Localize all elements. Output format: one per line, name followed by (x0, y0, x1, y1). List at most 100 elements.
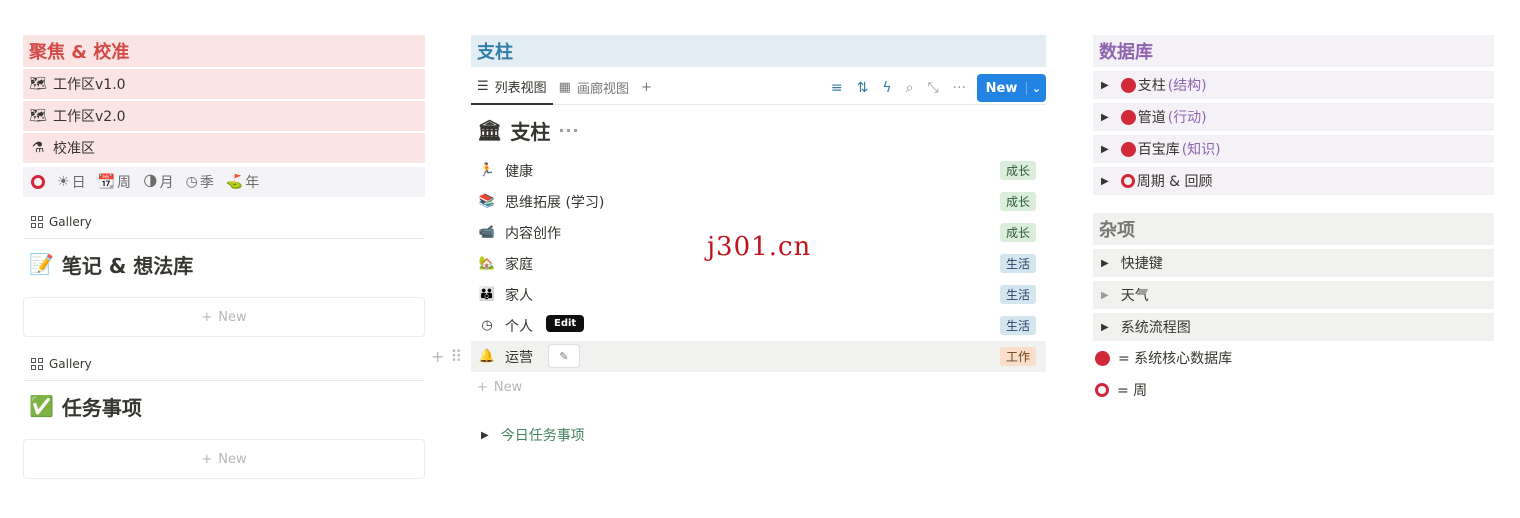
filter-icon[interactable]: ≡ (831, 80, 843, 96)
sort-icon[interactable]: ⇅ (857, 80, 869, 96)
clock-icon: ◷ (481, 318, 493, 333)
grid-icon (31, 215, 43, 228)
house-icon: 🏡 (478, 256, 496, 271)
more-icon[interactable]: ··· (558, 121, 579, 140)
list-item[interactable]: 🏃 健康 成长 (471, 155, 1046, 186)
pillar-callout-title: 支柱 (471, 35, 1046, 67)
tab-gallery-view[interactable]: ▦ 画廊视图 (553, 71, 635, 105)
tab-list-view[interactable]: ☰ 列表视图 (471, 71, 553, 105)
notes-icon: 📝 (29, 252, 54, 276)
triangle-right-icon[interactable]: ▶ (1101, 144, 1109, 155)
plus-icon: + (201, 451, 213, 467)
edit-button[interactable]: ✎ (548, 344, 580, 368)
triangle-right-icon[interactable]: ▶ (1101, 176, 1109, 187)
list-item[interactable]: 👪 家人 生活 (471, 279, 1046, 310)
ring-icon (31, 175, 45, 189)
link-calibration[interactable]: ⚗ 校准区 (23, 133, 425, 163)
calendar-icon: 📆 (97, 174, 115, 190)
red-dot-icon (1120, 109, 1136, 125)
link-label: 工作区v2.0 (53, 109, 126, 125)
map-icon: 🗺 (29, 76, 47, 92)
family-icon: 👪 (478, 287, 496, 302)
link-workspace-v1[interactable]: 🗺 工作区v1.0 (23, 69, 425, 99)
tag-badge: 成长 (999, 161, 1036, 180)
triangle-right-icon[interactable]: ▶ (1101, 80, 1109, 91)
notes-db-title[interactable]: 📝 笔记 & 想法库 (23, 239, 425, 289)
misc-flowchart[interactable]: ▶ 系统流程图 (1093, 313, 1494, 341)
camera-icon: 📹 (478, 225, 496, 240)
notes-section: Gallery 📝 笔记 & 想法库 + New (23, 205, 425, 337)
gallery-tab[interactable]: Gallery (23, 205, 425, 239)
focus-callout-title: 聚焦 & 校准 (23, 35, 425, 67)
db-link-treasury[interactable]: ▶ 百宝库 (知识) (1093, 135, 1494, 163)
period-quarter[interactable]: ◷ 季 (186, 172, 214, 192)
triangle-right-icon[interactable]: ▶ (1101, 322, 1109, 333)
link-label: 校准区 (53, 141, 95, 157)
plus-icon[interactable]: + (431, 347, 444, 366)
triangle-right-icon[interactable]: ▶ (1101, 290, 1109, 301)
edit-tooltip: Edit (546, 315, 585, 332)
db-link-pipeline[interactable]: ▶ 管道 (行动) (1093, 103, 1494, 131)
red-ring-icon (1095, 383, 1109, 397)
books-icon: 📚 (478, 194, 496, 209)
database-callout-title: 数据库 (1093, 35, 1494, 67)
red-dot-icon (1120, 77, 1136, 93)
tag-badge: 生活 (999, 254, 1036, 273)
plus-icon: + (201, 309, 213, 325)
plus-icon: + (477, 379, 488, 395)
notes-new-button[interactable]: + New (23, 297, 425, 337)
period-week[interactable]: 📆 周 (98, 172, 131, 192)
triangle-right-icon[interactable]: ▶ (1101, 258, 1109, 269)
new-button[interactable]: New ⌄ (977, 74, 1046, 102)
clock-icon: ◷ (185, 174, 198, 190)
bell-icon: 🔔 (478, 349, 496, 364)
moon-icon: 🌗 (143, 174, 158, 190)
flask-icon: ⚗ (31, 140, 45, 156)
triangle-right-icon[interactable]: ▶ (481, 430, 489, 441)
tag-badge: 工作 (999, 347, 1036, 366)
sun-icon: ☀ (57, 174, 70, 190)
red-ring-icon (1120, 174, 1135, 188)
db-link-pillar[interactable]: ▶ 支柱 (结构) (1093, 71, 1494, 99)
red-dot-icon (1120, 141, 1136, 157)
tasks-db-title[interactable]: ✅ 任务事项 (23, 381, 425, 431)
misc-weather[interactable]: ▶ 天气 (1093, 281, 1494, 309)
period-year[interactable]: ⛳ 年 (226, 172, 259, 192)
tag-badge: 生活 (999, 285, 1036, 304)
list-item[interactable]: ◷ 个人 Edit 生活 (471, 310, 1046, 341)
view-toolbar: ☰ 列表视图 ▦ 画廊视图 + ≡ ⇅ ϟ ⌕ ⤡ ··· New ⌄ (471, 71, 1046, 105)
today-tasks-toggle[interactable]: ▶ 今日任务事项 (471, 420, 1046, 450)
period-bar: ☀ 日 📆 周 🌗 月 ◷ 季 ⛳ 年 (23, 167, 425, 197)
check-icon: ✅ (29, 394, 54, 418)
link-label: 工作区v1.0 (53, 77, 126, 93)
gallery-tab[interactable]: Gallery (23, 347, 425, 381)
search-icon[interactable]: ⌕ (906, 80, 914, 96)
legend-core-db: = 系统核心数据库 (1093, 343, 1494, 373)
left-column: 聚焦 & 校准 🗺 工作区v1.0 🗺 工作区v2.0 ⚗ 校准区 ☀ 日 📆 周 … (23, 35, 425, 479)
watermark-text: j301.cn (707, 232, 812, 262)
db-link-cycle[interactable]: ▶ 周期 & 回顾 (1093, 167, 1494, 195)
link-workspace-v2[interactable]: 🗺 工作区v2.0 (23, 101, 425, 131)
chevron-down-icon[interactable]: ⌄ (1026, 81, 1046, 95)
runner-icon: 🏃 (478, 163, 496, 178)
flag-icon: ⛳ (225, 174, 244, 190)
drag-handle-icon[interactable]: ⠿ (450, 347, 462, 366)
triangle-right-icon[interactable]: ▶ (1101, 112, 1109, 123)
misc-shortcuts[interactable]: ▶ 快捷键 (1093, 249, 1494, 277)
legend-week: = 周 (1093, 375, 1494, 405)
expand-icon[interactable]: ⤡ (927, 80, 938, 96)
period-day[interactable]: ☀ 日 (57, 172, 86, 192)
more-icon[interactable]: ··· (953, 80, 966, 96)
add-view-button[interactable]: + (635, 71, 658, 105)
pillar-db-title[interactable]: 🏛 支柱 ··· (471, 105, 1046, 155)
lightning-icon[interactable]: ϟ (882, 80, 891, 96)
pillar-icon: 🏛 (477, 118, 503, 142)
period-month[interactable]: 🌗 月 (143, 172, 174, 192)
misc-callout-title: 杂项 (1093, 213, 1494, 245)
tasks-section: Gallery ✅ 任务事项 + New (23, 347, 425, 479)
right-column: 数据库 ▶ 支柱 (结构) ▶ 管道 (行动) ▶ 百宝库 (知识) ▶ 周期 … (1093, 35, 1494, 405)
tasks-new-button[interactable]: + New (23, 439, 425, 479)
list-item[interactable]: + ⠿ 🔔 运营 ✎ 工作 (431, 341, 1046, 372)
list-item[interactable]: 📚 思维拓展 (学习) 成长 (471, 186, 1046, 217)
add-new-row[interactable]: + New (471, 372, 1046, 402)
